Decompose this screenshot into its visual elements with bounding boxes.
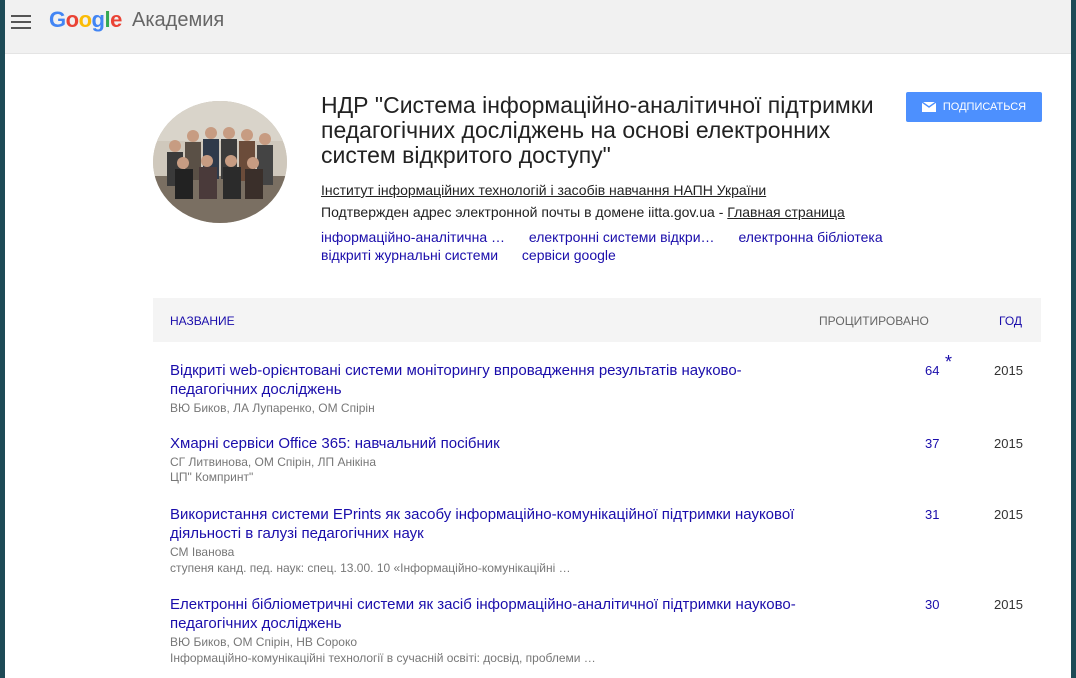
interest-link[interactable]: відкриті журнальні системи <box>321 247 498 263</box>
article-year: 2015 <box>994 436 1023 451</box>
sort-by-title[interactable]: НАЗВАНИЕ <box>170 314 235 328</box>
star-marker: * <box>945 352 953 372</box>
article-year: 2015 <box>994 597 1023 612</box>
sort-by-cited[interactable]: ПРОЦИТИРОВАНО <box>819 314 929 328</box>
article-venue: ступеня канд. пед. наук: спец. 13.00. 10… <box>170 561 571 575</box>
email-text: Подтвержден адрес электронной почты в до… <box>321 204 728 220</box>
cited-count[interactable]: 30 <box>925 597 939 612</box>
interest-link[interactable]: інформаційно-аналітична … <box>321 229 505 245</box>
interest-link[interactable]: сервіси google <box>522 247 616 263</box>
cited-count[interactable]: 31 <box>925 507 939 522</box>
avatar <box>153 101 287 223</box>
mail-icon <box>921 102 936 112</box>
interest-link[interactable]: електронні системи відкри… <box>529 229 715 245</box>
product-name: Академия <box>132 9 225 31</box>
article-venue: ЦП" Компринт" <box>170 470 254 484</box>
article-title[interactable]: Хмарні сервіси Office 365: навчальний по… <box>170 434 810 453</box>
scholar-page: Google Академия НДР "Система інформаційн… <box>5 0 1071 678</box>
hamburger-menu-icon[interactable] <box>11 15 31 31</box>
article-authors: СГ Литвинова, ОМ Спірін, ЛП Анікіна <box>170 455 377 469</box>
article-year: 2015 <box>994 507 1023 522</box>
affiliation-link[interactable]: Інститут інформаційних технологій і засо… <box>321 182 766 198</box>
article-title[interactable]: Відкриті web-орієнтовані системи монітор… <box>170 361 810 399</box>
research-interests: інформаційно-аналітична … електронні сис… <box>321 228 961 264</box>
article-year: 2015 <box>994 363 1023 378</box>
article-authors: ВЮ Биков, ОМ Спірін, НВ Сороко <box>170 635 358 649</box>
top-bar: Google Академия <box>5 0 1071 54</box>
cited-count[interactable]: 64 <box>925 363 939 378</box>
article-venue: Інформаційно-комунікаційні технології в … <box>170 651 596 665</box>
table-header: НАЗВАНИЕ ПРОЦИТИРОВАНО ГОД <box>153 298 1041 342</box>
article-title[interactable]: Використання системи EPrints як засобу і… <box>170 505 810 543</box>
article-authors: ВЮ Биков, ЛА Лупаренко, ОМ Спірін <box>170 401 375 415</box>
profile-name: НДР "Система інформаційно-аналітичної пі… <box>321 92 874 168</box>
interest-link[interactable]: електронна бібліотека <box>738 229 882 245</box>
cited-count[interactable]: 37 <box>925 436 939 451</box>
article-authors: СМ Іванова <box>170 545 235 559</box>
homepage-link[interactable]: Главная страница <box>727 204 845 220</box>
google-logo[interactable]: Google <box>49 7 122 33</box>
email-verification: Подтвержден адрес электронной почты в до… <box>321 204 845 220</box>
article-title[interactable]: Електронні бібліометричні системи як зас… <box>170 595 810 633</box>
subscribe-label: ПОДПИСАТЬСЯ <box>942 101 1027 113</box>
subscribe-button[interactable]: ПОДПИСАТЬСЯ <box>906 92 1042 122</box>
sort-by-year[interactable]: ГОД <box>999 314 1022 328</box>
